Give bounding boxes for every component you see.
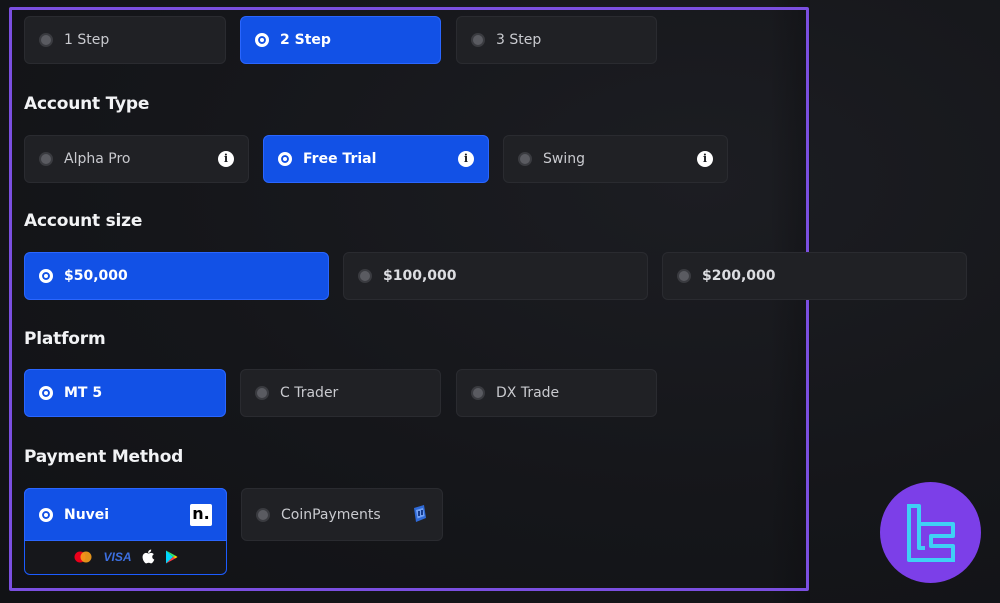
nuvei-logo-icon: n. (190, 504, 212, 526)
account-size-title: Account size (24, 211, 143, 231)
account-size-label: $100,000 (383, 268, 457, 284)
platform-mt5[interactable]: MT 5 (24, 369, 226, 417)
account-type-free-trial[interactable]: Free Trial i (263, 135, 489, 183)
radio-icon (471, 33, 485, 47)
radio-icon (39, 33, 53, 47)
step-option-label: 2 Step (280, 32, 331, 48)
platform-dxtrade[interactable]: DX Trade (456, 369, 657, 417)
radio-icon (358, 269, 372, 283)
payment-nuvei[interactable]: Nuvei n. (24, 488, 227, 541)
step-option-3[interactable]: 3 Step (456, 16, 657, 64)
platform-label: C Trader (280, 385, 339, 401)
radio-icon (677, 269, 691, 283)
google-play-icon (165, 550, 177, 563)
accepted-payments: VISA (25, 549, 226, 564)
radio-selected-icon (278, 152, 292, 166)
radio-selected-icon (39, 507, 53, 522)
account-type-swing[interactable]: Swing i (503, 135, 728, 183)
radio-selected-icon (39, 386, 53, 400)
radio-icon (39, 152, 53, 166)
radio-selected-icon (255, 33, 269, 47)
account-type-label: Alpha Pro (64, 151, 131, 167)
radio-icon (255, 386, 269, 400)
platform-title: Platform (24, 329, 106, 349)
account-type-label: Swing (543, 151, 585, 167)
info-icon[interactable]: i (458, 151, 474, 167)
account-size-label: $50,000 (64, 268, 128, 284)
payment-label: Nuvei (64, 506, 110, 523)
brand-logo (880, 482, 981, 583)
radio-icon (471, 386, 485, 400)
coinpayments-logo-icon (414, 505, 426, 522)
step-option-label: 1 Step (64, 32, 110, 48)
payment-nuvei-card[interactable]: Nuvei n. VISA (24, 488, 227, 575)
brand-logo-icon (906, 503, 955, 562)
mastercard-icon (74, 551, 92, 562)
apple-icon (142, 549, 154, 564)
payment-method-title: Payment Method (24, 447, 184, 467)
payment-coinpayments[interactable]: CoinPayments (241, 488, 443, 541)
radio-icon (518, 152, 532, 166)
account-type-title: Account Type (24, 94, 150, 114)
visa-icon: VISA (103, 549, 132, 564)
platform-ctrader[interactable]: C Trader (240, 369, 441, 417)
step-option-2[interactable]: 2 Step (240, 16, 441, 64)
step-option-1[interactable]: 1 Step (24, 16, 226, 64)
account-type-label: Free Trial (303, 151, 377, 167)
account-size-100000[interactable]: $100,000 (343, 252, 648, 300)
account-size-label: $200,000 (702, 268, 776, 284)
platform-label: DX Trade (496, 385, 560, 401)
radio-selected-icon (39, 269, 53, 283)
step-option-label: 3 Step (496, 32, 542, 48)
radio-icon (256, 507, 270, 522)
platform-label: MT 5 (64, 385, 103, 401)
info-icon[interactable]: i (697, 151, 713, 167)
account-size-200000[interactable]: $200,000 (662, 252, 967, 300)
info-icon[interactable]: i (218, 151, 234, 167)
payment-label: CoinPayments (281, 506, 381, 523)
account-type-alpha-pro[interactable]: Alpha Pro i (24, 135, 249, 183)
account-size-50000[interactable]: $50,000 (24, 252, 329, 300)
